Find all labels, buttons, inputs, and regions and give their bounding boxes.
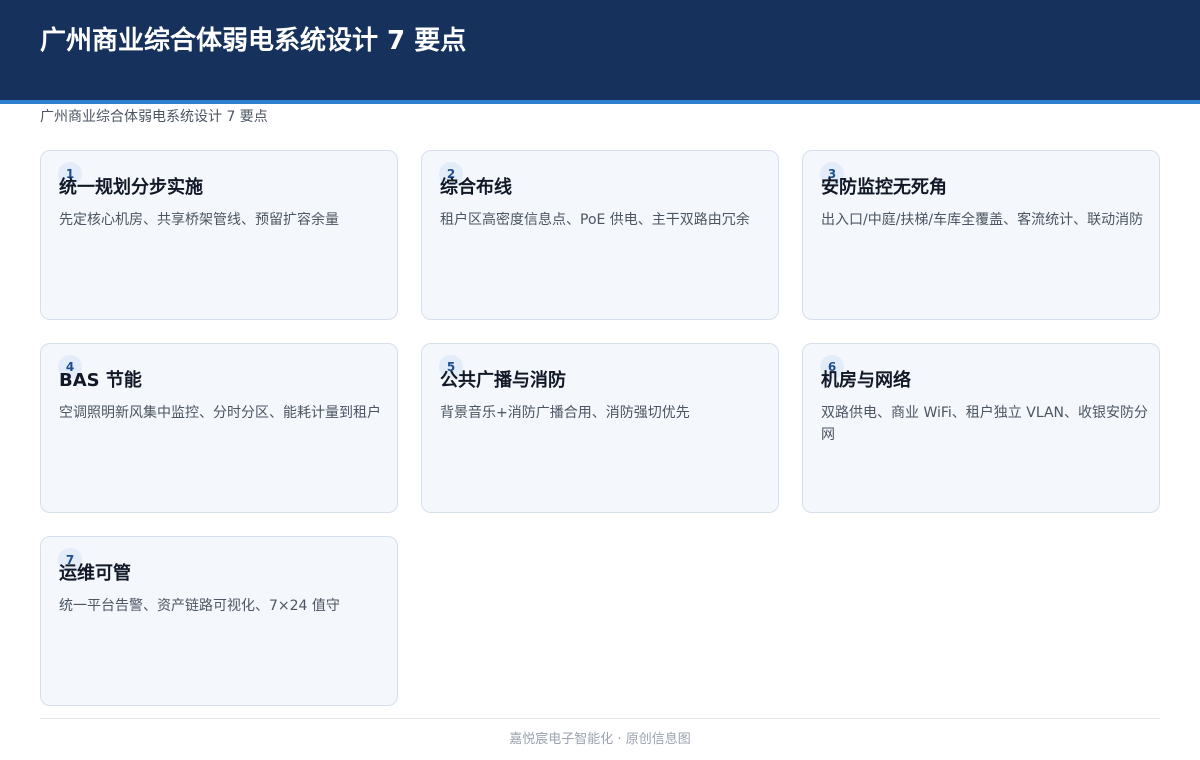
page-title: 广州商业综合体弱电系统设计 7 要点 [40,26,467,56]
point-title: BAS 节能 [59,370,142,391]
page-header: 广州商业综合体弱电系统设计 7 要点 [0,0,1200,100]
point-description: 出入口/中庭/扶梯/车库全覆盖、客流统计、联动消防 [821,212,1144,228]
point-description: 双路供电、商业 WiFi、租户独立 VLAN、收银安防分网 [821,405,1148,443]
points-grid: 1 统一规划分步实施 先定核心机房、共享桥架管线、预留扩容余量 2 综合布线 租… [40,150,1160,706]
point-description: 背景音乐+消防广播合用、消防强切优先 [440,405,690,421]
point-card-6: 6 机房与网络 双路供电、商业 WiFi、租户独立 VLAN、收银安防分网 [802,343,1160,513]
point-title: 综合布线 [440,177,512,198]
point-card-2: 2 综合布线 租户区高密度信息点、PoE 供电、主干双路由冗余 [421,150,779,320]
point-card-4: 4 BAS 节能 空调照明新风集中监控、分时分区、能耗计量到租户 [40,343,398,513]
point-title: 运维可管 [59,563,131,584]
point-description: 空调照明新风集中监控、分时分区、能耗计量到租户 [59,405,381,421]
point-card-3: 3 安防监控无死角 出入口/中庭/扶梯/车库全覆盖、客流统计、联动消防 [802,150,1160,320]
footer-divider [40,718,1160,719]
point-card-5: 5 公共广播与消防 背景音乐+消防广播合用、消防强切优先 [421,343,779,513]
point-title: 安防监控无死角 [821,177,947,198]
page-subtitle: 广州商业综合体弱电系统设计 7 要点 [40,109,268,125]
point-description: 租户区高密度信息点、PoE 供电、主干双路由冗余 [440,212,750,228]
header-accent-stripe [0,100,1200,104]
point-card-1: 1 统一规划分步实施 先定核心机房、共享桥架管线、预留扩容余量 [40,150,398,320]
point-card-7: 7 运维可管 统一平台告警、资产链路可视化、7×24 值守 [40,536,398,706]
footer-credit: 嘉悦宸电子智能化 · 原创信息图 [509,732,691,747]
point-description: 先定核心机房、共享桥架管线、预留扩容余量 [59,212,339,228]
point-title: 统一规划分步实施 [59,177,203,198]
point-title: 机房与网络 [821,370,911,391]
point-description: 统一平台告警、资产链路可视化、7×24 值守 [59,598,340,614]
point-title: 公共广播与消防 [440,370,566,391]
